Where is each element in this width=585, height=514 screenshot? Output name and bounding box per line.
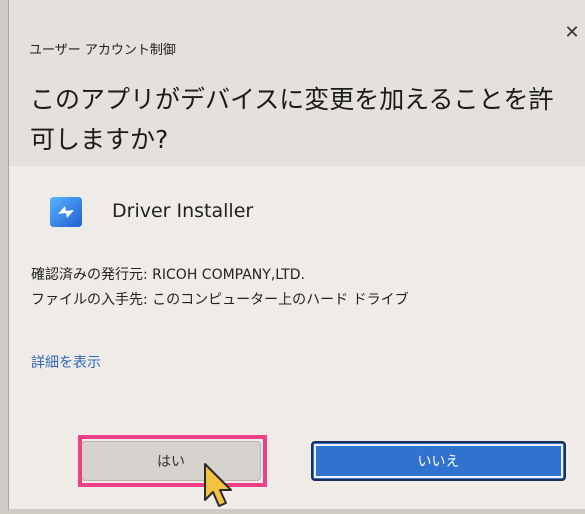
publisher-info: 確認済みの発行元: RICOH COMPANY,LTD. ファイルの入手先: こ…: [31, 263, 409, 313]
no-button[interactable]: いいえ: [311, 441, 566, 481]
uac-dialog: ユーザー アカウント制御 ✕ このアプリがデバイスに変更を加えることを許可します…: [8, 0, 585, 509]
cursor-icon: [199, 460, 235, 510]
show-details-link[interactable]: 詳細を表示: [31, 352, 101, 372]
app-icon: [46, 192, 86, 232]
yes-button-highlight: [78, 435, 267, 487]
dialog-title: ユーザー アカウント制御: [29, 43, 176, 58]
app-name: Driver Installer: [112, 200, 254, 222]
publisher-line: 確認済みの発行元: RICOH COMPANY,LTD.: [31, 267, 305, 283]
permission-question: このアプリがデバイスに変更を加えることを許可しますか?: [30, 85, 554, 154]
close-icon[interactable]: ✕: [563, 24, 581, 42]
source-line: ファイルの入手先: このコンピューター上のハード ドライブ: [31, 292, 409, 308]
